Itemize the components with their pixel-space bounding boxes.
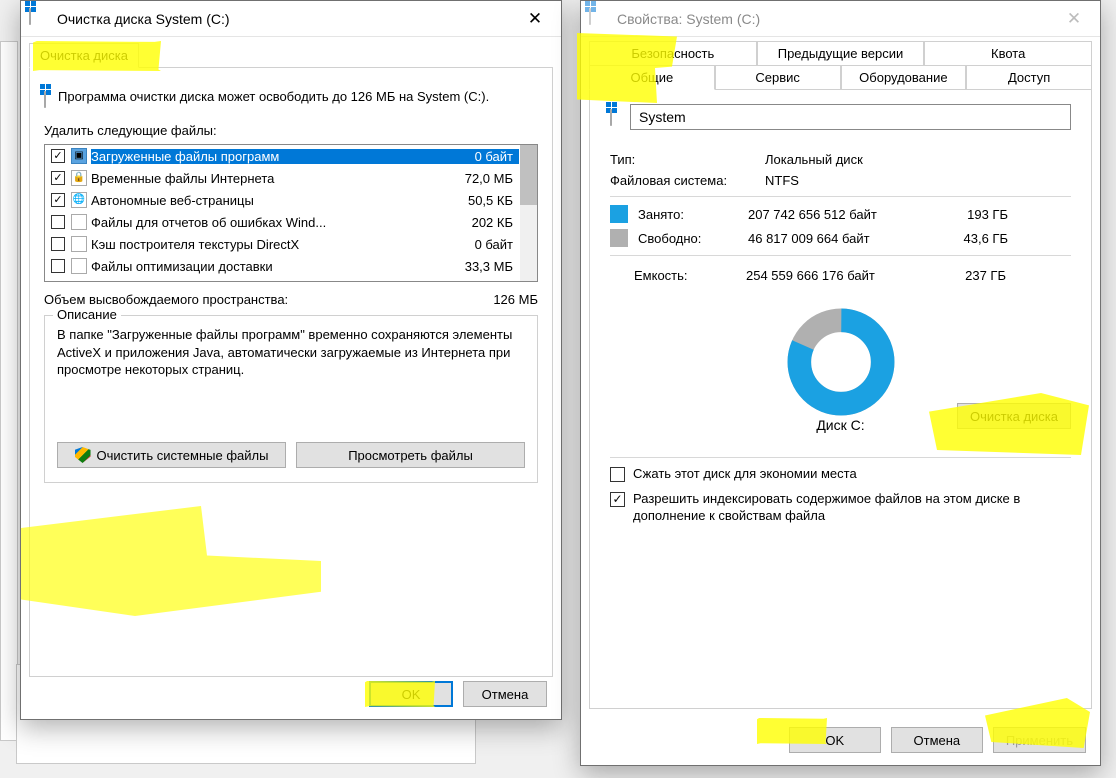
cancel-button[interactable]: Отмена (891, 727, 983, 753)
delete-files-label: Удалить следующие файлы: (44, 123, 538, 138)
files-listbox[interactable]: ✓▣Загруженные файлы программ0 байт✓🔒Врем… (44, 144, 538, 282)
index-checkbox[interactable]: ✓ (610, 492, 625, 507)
tab-cleanup[interactable]: Очистка диска (29, 43, 139, 68)
filesystem-value: NTFS (765, 173, 799, 188)
tab-previous-versions[interactable]: Предыдущие версии (757, 41, 925, 66)
file-type-icon (71, 258, 87, 274)
free-label: Свободно: (638, 231, 748, 246)
free-swatch (610, 229, 628, 247)
file-type-icon (71, 236, 87, 252)
description-legend: Описание (53, 307, 121, 322)
titlebar[interactable]: Свойства: System (C:) ✕ (581, 1, 1100, 37)
file-name: Временные файлы Интернета (91, 171, 449, 186)
window-title: Очистка диска System (C:) (57, 11, 517, 27)
file-type-icon: ▣ (71, 148, 87, 164)
compress-label: Сжать этот диск для экономии места (633, 466, 857, 483)
file-size: 33,3 МБ (449, 259, 519, 274)
filesystem-label: Файловая система: (610, 173, 765, 188)
file-list-item[interactable]: Файлы для отчетов об ошибках Wind...202 … (45, 211, 537, 233)
tab-general[interactable]: Общие (589, 65, 715, 90)
disk-cleanup-button[interactable]: Очистка диска (957, 403, 1071, 429)
file-checkbox[interactable]: ✓ (51, 171, 65, 185)
file-list-item[interactable]: ✓ 🌐 Автономные веб-страницы50,5 КБ (45, 189, 537, 211)
file-type-icon: 🌐 (71, 192, 87, 208)
file-name: Кэш построителя текстуры DirectX (91, 237, 449, 252)
file-list-item[interactable]: Кэш построителя текстуры DirectX0 байт (45, 233, 537, 255)
file-name: Файлы оптимизации доставки (91, 259, 449, 274)
file-name: Автономные веб-страницы (91, 193, 449, 208)
file-size: 72,0 МБ (449, 171, 519, 186)
tab-quota[interactable]: Квота (924, 41, 1092, 66)
used-bytes: 207 742 656 512 байт (748, 207, 938, 222)
clean-system-files-label: Очистить системные файлы (97, 448, 269, 463)
background-fragment (0, 41, 18, 741)
total-label: Объем высвобождаемого пространства: (44, 292, 458, 307)
drive-icon (29, 9, 49, 29)
free-bytes: 46 817 009 664 байт (748, 231, 938, 246)
used-swatch (610, 205, 628, 223)
window-title: Свойства: System (C:) (617, 11, 1056, 27)
file-checkbox[interactable]: ✓ (51, 149, 65, 163)
file-list-item[interactable]: ✓ 🔒 Временные файлы Интернета72,0 МБ (45, 167, 537, 189)
drive-name-input[interactable] (630, 104, 1071, 130)
usage-donut-chart (786, 307, 896, 417)
used-human: 193 ГБ (938, 207, 1008, 222)
index-label: Разрешить индексировать содержимое файло… (633, 491, 1071, 525)
cancel-button[interactable]: Отмена (463, 681, 547, 707)
close-icon[interactable]: ✕ (517, 5, 553, 33)
summary-text: Программа очистки диска может освободить… (58, 88, 489, 106)
clean-system-files-button[interactable]: Очистить системные файлы (57, 442, 286, 468)
file-size: 50,5 КБ (449, 193, 519, 208)
tab-tools[interactable]: Сервис (715, 65, 841, 90)
drive-icon (589, 9, 609, 29)
drive-icon (610, 110, 612, 125)
ok-button[interactable]: OK (369, 681, 453, 707)
file-name: Загруженные файлы программ (91, 149, 449, 164)
file-checkbox[interactable]: ✓ (51, 193, 65, 207)
disk-label: Диск C: (786, 417, 896, 433)
drive-properties-window: Свойства: System (C:) ✕ Безопасность Пре… (580, 0, 1101, 766)
file-list-item[interactable]: ✓ ▣ Загруженные файлы программ0 байт (45, 145, 537, 167)
file-checkbox[interactable] (51, 215, 65, 229)
shield-icon (75, 447, 91, 463)
compress-checkbox[interactable] (610, 467, 625, 482)
ok-button[interactable]: OK (789, 727, 881, 753)
disk-cleanup-window: Очистка диска System (C:) ✕ Очистка диск… (20, 0, 562, 720)
file-size: 202 КБ (449, 215, 519, 230)
file-type-icon (71, 214, 87, 230)
description-text: В папке "Загруженные файлы программ" вре… (57, 326, 525, 406)
type-label: Тип: (610, 152, 765, 167)
free-human: 43,6 ГБ (938, 231, 1008, 246)
tab-sharing[interactable]: Доступ (966, 65, 1092, 90)
close-icon[interactable]: ✕ (1056, 5, 1092, 33)
file-checkbox[interactable] (51, 237, 65, 251)
description-group: Описание В папке "Загруженные файлы прог… (44, 315, 538, 483)
file-name: Файлы для отчетов об ошибках Wind... (91, 215, 449, 230)
file-list-item[interactable]: Файлы оптимизации доставки33,3 МБ (45, 255, 537, 277)
file-type-icon: 🔒 (71, 170, 87, 186)
total-value: 126 МБ (458, 292, 538, 307)
type-value: Локальный диск (765, 152, 863, 167)
capacity-label: Емкость: (634, 268, 746, 283)
tab-hardware[interactable]: Оборудование (841, 65, 967, 90)
titlebar[interactable]: Очистка диска System (C:) ✕ (21, 1, 561, 37)
capacity-human: 237 ГБ (936, 268, 1006, 283)
capacity-bytes: 254 559 666 176 байт (746, 268, 936, 283)
apply-button[interactable]: Применить (993, 727, 1086, 753)
used-label: Занято: (638, 207, 748, 222)
file-size: 0 байт (449, 149, 519, 164)
file-checkbox[interactable] (51, 259, 65, 273)
view-files-button[interactable]: Просмотреть файлы (296, 442, 525, 468)
tab-security[interactable]: Безопасность (589, 41, 757, 66)
drive-icon (44, 92, 46, 107)
scrollbar-thumb[interactable] (520, 145, 537, 205)
file-size: 0 байт (449, 237, 519, 252)
